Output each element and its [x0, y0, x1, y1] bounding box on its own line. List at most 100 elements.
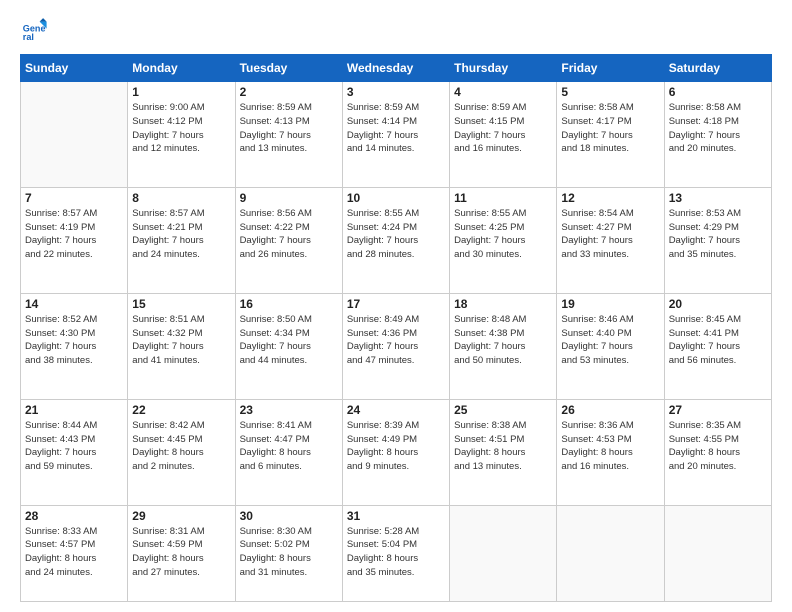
calendar-cell: 25Sunrise: 8:38 AM Sunset: 4:51 PM Dayli…	[450, 399, 557, 505]
calendar-body: 1 Sunrise: 9:00 AM Sunset: 4:12 PM Daylig…	[21, 82, 772, 602]
cell-info: Sunrise: 8:41 AM Sunset: 4:47 PM Dayligh…	[240, 419, 338, 474]
day-number: 22	[132, 403, 230, 417]
cell-info: Sunrise: 8:54 AM Sunset: 4:27 PM Dayligh…	[561, 207, 659, 262]
day-number: 26	[561, 403, 659, 417]
cell-info: Sunrise: 8:57 AM Sunset: 4:19 PM Dayligh…	[25, 207, 123, 262]
cell-info: Sunrise: 8:31 AM Sunset: 4:59 PM Dayligh…	[132, 525, 230, 580]
calendar-cell: 29 Sunrise: 8:31 AM Sunset: 4:59 PM Dayli…	[128, 505, 235, 601]
cell-info: Sunrise: 8:52 AM Sunset: 4:30 PM Dayligh…	[25, 313, 123, 368]
logo: Gene ral	[20, 16, 50, 44]
calendar-cell: 22 Sunrise: 8:42 AM Sunset: 4:45 PM Dayli…	[128, 399, 235, 505]
day-number: 28	[25, 509, 123, 523]
day-number: 8	[132, 191, 230, 205]
calendar-cell: 10 Sunrise: 8:55 AM Sunset: 4:24 PM Dayli…	[342, 187, 449, 293]
cell-info: Sunrise: 8:55 AM Sunset: 4:24 PM Dayligh…	[347, 207, 445, 262]
day-number: 4	[454, 85, 552, 99]
cell-info: Sunrise: 8:58 AM Sunset: 4:17 PM Dayligh…	[561, 101, 659, 156]
weekday-header-monday: Monday	[128, 55, 235, 82]
day-number: 10	[347, 191, 445, 205]
day-number: 17	[347, 297, 445, 311]
calendar-cell: 31 Sunrise: 5:28 AM Sunset: 5:04 PM Dayli…	[342, 505, 449, 601]
cell-info: Sunrise: 8:45 AM Sunset: 4:41 PM Dayligh…	[669, 313, 767, 368]
calendar-cell: 5Sunrise: 8:58 AM Sunset: 4:17 PM Daylig…	[557, 82, 664, 188]
calendar-cell	[21, 82, 128, 188]
weekday-header-tuesday: Tuesday	[235, 55, 342, 82]
svg-text:ral: ral	[23, 32, 34, 42]
weekday-header-friday: Friday	[557, 55, 664, 82]
cell-info: Sunrise: 8:42 AM Sunset: 4:45 PM Dayligh…	[132, 419, 230, 474]
weekday-header-wednesday: Wednesday	[342, 55, 449, 82]
day-number: 31	[347, 509, 445, 523]
calendar-row: 28 Sunrise: 8:33 AM Sunset: 4:57 PM Dayli…	[21, 505, 772, 601]
cell-info: Sunrise: 8:55 AM Sunset: 4:25 PM Dayligh…	[454, 207, 552, 262]
cell-info: Sunrise: 8:53 AM Sunset: 4:29 PM Dayligh…	[669, 207, 767, 262]
calendar-cell: 7 Sunrise: 8:57 AM Sunset: 4:19 PM Daylig…	[21, 187, 128, 293]
cell-info: Sunrise: 8:59 AM Sunset: 4:13 PM Dayligh…	[240, 101, 338, 156]
day-number: 21	[25, 403, 123, 417]
cell-info: Sunrise: 8:59 AM Sunset: 4:14 PM Dayligh…	[347, 101, 445, 156]
day-number: 3	[347, 85, 445, 99]
weekday-header-thursday: Thursday	[450, 55, 557, 82]
day-number: 15	[132, 297, 230, 311]
day-number: 20	[669, 297, 767, 311]
day-number: 29	[132, 509, 230, 523]
day-number: 24	[347, 403, 445, 417]
calendar-row: 14Sunrise: 8:52 AM Sunset: 4:30 PM Dayli…	[21, 293, 772, 399]
calendar-cell: 14Sunrise: 8:52 AM Sunset: 4:30 PM Dayli…	[21, 293, 128, 399]
cell-info: Sunrise: 8:35 AM Sunset: 4:55 PM Dayligh…	[669, 419, 767, 474]
day-number: 23	[240, 403, 338, 417]
calendar-cell: 26Sunrise: 8:36 AM Sunset: 4:53 PM Dayli…	[557, 399, 664, 505]
logo-icon: Gene ral	[20, 16, 48, 44]
calendar-cell: 13Sunrise: 8:53 AM Sunset: 4:29 PM Dayli…	[664, 187, 771, 293]
day-number: 16	[240, 297, 338, 311]
cell-info: Sunrise: 8:48 AM Sunset: 4:38 PM Dayligh…	[454, 313, 552, 368]
day-number: 1	[132, 85, 230, 99]
day-number: 30	[240, 509, 338, 523]
cell-info: Sunrise: 8:46 AM Sunset: 4:40 PM Dayligh…	[561, 313, 659, 368]
calendar-cell: 18 Sunrise: 8:48 AM Sunset: 4:38 PM Dayli…	[450, 293, 557, 399]
calendar-header-row: SundayMondayTuesdayWednesdayThursdayFrid…	[21, 55, 772, 82]
calendar-cell	[664, 505, 771, 601]
calendar-cell: 20 Sunrise: 8:45 AM Sunset: 4:41 PM Dayli…	[664, 293, 771, 399]
day-number: 7	[25, 191, 123, 205]
calendar-cell: 11Sunrise: 8:55 AM Sunset: 4:25 PM Dayli…	[450, 187, 557, 293]
cell-info: Sunrise: 8:30 AM Sunset: 5:02 PM Dayligh…	[240, 525, 338, 580]
cell-info: Sunrise: 8:59 AM Sunset: 4:15 PM Dayligh…	[454, 101, 552, 156]
calendar-cell: 15 Sunrise: 8:51 AM Sunset: 4:32 PM Dayli…	[128, 293, 235, 399]
cell-info: Sunrise: 8:44 AM Sunset: 4:43 PM Dayligh…	[25, 419, 123, 474]
calendar-cell: 9Sunrise: 8:56 AM Sunset: 4:22 PM Daylig…	[235, 187, 342, 293]
cell-info: Sunrise: 8:51 AM Sunset: 4:32 PM Dayligh…	[132, 313, 230, 368]
calendar-row: 7 Sunrise: 8:57 AM Sunset: 4:19 PM Daylig…	[21, 187, 772, 293]
calendar-cell: 8 Sunrise: 8:57 AM Sunset: 4:21 PM Daylig…	[128, 187, 235, 293]
cell-info: Sunrise: 8:56 AM Sunset: 4:22 PM Dayligh…	[240, 207, 338, 262]
cell-info: Sunrise: 9:00 AM Sunset: 4:12 PM Dayligh…	[132, 101, 230, 156]
day-number: 25	[454, 403, 552, 417]
cell-info: Sunrise: 8:33 AM Sunset: 4:57 PM Dayligh…	[25, 525, 123, 580]
calendar-cell: 1 Sunrise: 9:00 AM Sunset: 4:12 PM Daylig…	[128, 82, 235, 188]
cell-info: Sunrise: 8:50 AM Sunset: 4:34 PM Dayligh…	[240, 313, 338, 368]
cell-info: Sunrise: 8:57 AM Sunset: 4:21 PM Dayligh…	[132, 207, 230, 262]
cell-info: Sunrise: 8:58 AM Sunset: 4:18 PM Dayligh…	[669, 101, 767, 156]
cell-info: Sunrise: 8:39 AM Sunset: 4:49 PM Dayligh…	[347, 419, 445, 474]
page: Gene ral SundayMondayTuesdayWednesdayThu…	[0, 0, 792, 612]
day-number: 12	[561, 191, 659, 205]
header: Gene ral	[20, 16, 772, 44]
calendar-cell: 17 Sunrise: 8:49 AM Sunset: 4:36 PM Dayli…	[342, 293, 449, 399]
calendar-cell: 16 Sunrise: 8:50 AM Sunset: 4:34 PM Dayli…	[235, 293, 342, 399]
calendar-cell	[450, 505, 557, 601]
day-number: 19	[561, 297, 659, 311]
weekday-header-sunday: Sunday	[21, 55, 128, 82]
cell-info: Sunrise: 8:49 AM Sunset: 4:36 PM Dayligh…	[347, 313, 445, 368]
calendar-cell: 12 Sunrise: 8:54 AM Sunset: 4:27 PM Dayli…	[557, 187, 664, 293]
calendar-table: SundayMondayTuesdayWednesdayThursdayFrid…	[20, 54, 772, 602]
calendar-row: 21 Sunrise: 8:44 AM Sunset: 4:43 PM Dayli…	[21, 399, 772, 505]
calendar-cell: 27Sunrise: 8:35 AM Sunset: 4:55 PM Dayli…	[664, 399, 771, 505]
calendar-cell: 2 Sunrise: 8:59 AM Sunset: 4:13 PM Daylig…	[235, 82, 342, 188]
day-number: 2	[240, 85, 338, 99]
calendar-cell: 21 Sunrise: 8:44 AM Sunset: 4:43 PM Dayli…	[21, 399, 128, 505]
day-number: 18	[454, 297, 552, 311]
calendar-row: 1 Sunrise: 9:00 AM Sunset: 4:12 PM Daylig…	[21, 82, 772, 188]
calendar-cell: 24 Sunrise: 8:39 AM Sunset: 4:49 PM Dayli…	[342, 399, 449, 505]
cell-info: Sunrise: 5:28 AM Sunset: 5:04 PM Dayligh…	[347, 525, 445, 580]
weekday-header-saturday: Saturday	[664, 55, 771, 82]
